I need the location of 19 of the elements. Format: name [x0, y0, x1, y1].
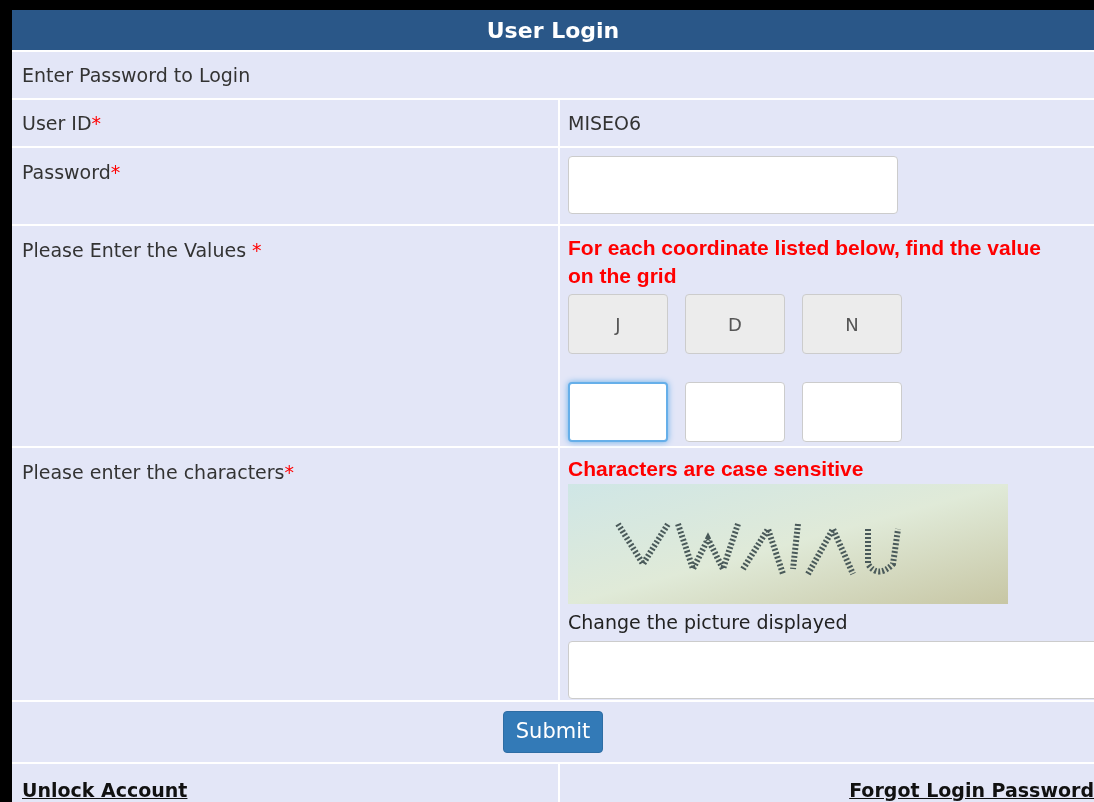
user-id-value: MISEO6 — [568, 110, 642, 136]
field-label: Password* — [22, 161, 121, 183]
answer-input[interactable] — [802, 382, 902, 442]
case-sensitive-note: Characters are case sensitive — [568, 456, 865, 482]
coordinate-field: D — [685, 294, 785, 354]
header-bar: User Login — [12, 10, 1094, 50]
field-label: Please Enter the Values * — [22, 239, 262, 261]
answer-input[interactable] — [568, 382, 668, 442]
answer-input[interactable] — [685, 382, 785, 442]
coordinate-field: N — [802, 294, 902, 354]
field-label: Please enter the characters* — [22, 461, 295, 483]
instruction-text: For each coordinate listed below, find the value on the grid — [568, 235, 1042, 289]
change-picture-link[interactable]: Change the picture displayed — [568, 608, 1094, 637]
coordinate-field: J — [568, 294, 668, 354]
field-label: User ID* — [22, 110, 102, 136]
captcha-input[interactable] — [568, 640, 1094, 699]
password-input[interactable] — [568, 156, 898, 214]
submit-button[interactable]: Submit — [502, 711, 604, 753]
intro-text: Enter Password to Login — [22, 62, 251, 88]
